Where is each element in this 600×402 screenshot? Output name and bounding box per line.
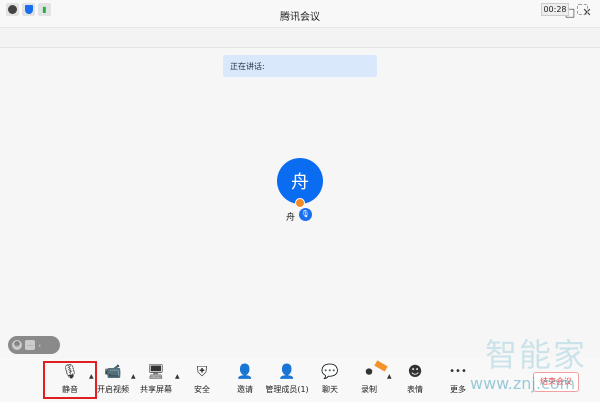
chat-icon[interactable]: … (25, 340, 35, 350)
share-screen-button[interactable]: 🖥 共享屏幕 (134, 363, 178, 395)
info-icon[interactable] (6, 3, 19, 16)
start-video-button[interactable]: 📹 开启视频 (91, 363, 135, 395)
end-meeting-button[interactable]: 结束会议 (533, 372, 579, 392)
chat-icon: 💬 (321, 364, 339, 380)
mute-button[interactable]: 🎙 静音 (48, 363, 92, 395)
record-options-arrow[interactable]: ▲ (387, 373, 392, 380)
security-shield-icon[interactable] (22, 3, 35, 16)
fullscreen-icon[interactable] (577, 4, 588, 15)
share-screen-label: 共享屏幕 (140, 385, 172, 394)
meeting-timer: 00:28 (541, 3, 569, 16)
collapse-chevron-icon[interactable]: ‹ (38, 341, 41, 350)
chat-label: 聊天 (322, 385, 338, 394)
info-bar (0, 28, 600, 48)
more-button[interactable]: ••• 更多 (436, 363, 480, 395)
security-label: 安全 (194, 385, 210, 394)
speaking-indicator: 正在讲话: (223, 55, 377, 77)
participant-name: 舟 (286, 213, 296, 223)
reactions-button[interactable]: ☻ 表情 (393, 363, 437, 395)
record-icon: ⏺ (365, 364, 373, 380)
members-icon: 👤 (278, 364, 296, 380)
invite-icon: 👤 (236, 364, 254, 380)
signal-icon[interactable]: ▮ (38, 3, 51, 16)
start-video-label: 开启视频 (97, 385, 129, 394)
manage-members-label: 管理成员(1) (265, 385, 309, 394)
security-button[interactable]: ⛨ 安全 (180, 363, 224, 395)
reaction-pill[interactable]: ☻ … ‹ (8, 336, 60, 354)
video-off-icon: 📹 (104, 364, 122, 380)
share-options-arrow[interactable]: ▲ (175, 373, 180, 380)
more-label: 更多 (450, 385, 466, 394)
more-icon: ••• (449, 366, 467, 377)
share-screen-icon: 🖥 (147, 364, 165, 380)
participant-mic-icon: 🎙 (299, 208, 312, 221)
reactions-label: 表情 (407, 385, 423, 394)
mute-label: 静音 (62, 385, 78, 394)
invite-button[interactable]: 👤 邀请 (223, 363, 267, 395)
window-title: 腾讯会议 (280, 12, 320, 23)
shield-icon: ⛨ (196, 364, 208, 380)
host-badge-icon (295, 198, 305, 208)
microphone-icon: 🎙 (61, 364, 79, 380)
chat-button[interactable]: 💬 聊天 (308, 363, 352, 395)
record-label: 录制 (361, 385, 377, 394)
emoji-icon[interactable]: ☻ (12, 340, 22, 350)
emoji-icon: ☻ (407, 364, 423, 380)
invite-label: 邀请 (237, 385, 253, 394)
manage-members-button[interactable]: 👤 管理成员(1) (265, 363, 309, 395)
